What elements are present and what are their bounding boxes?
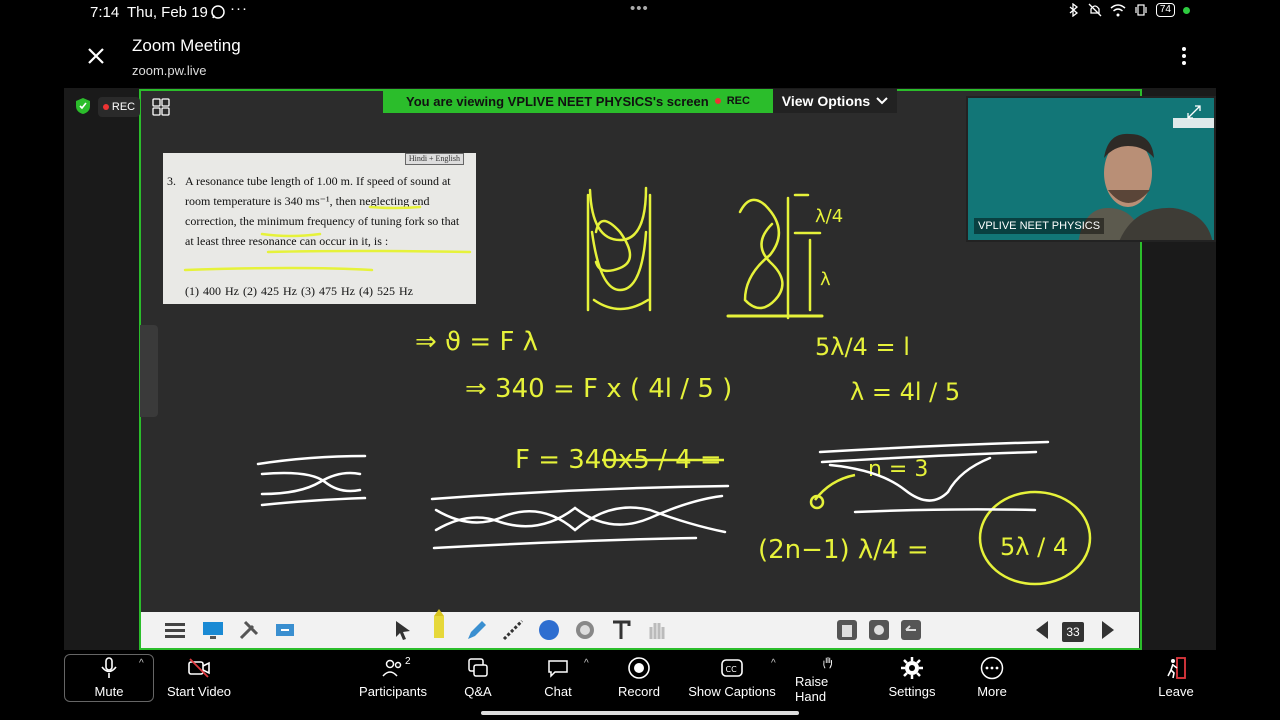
pointer-icon[interactable] xyxy=(391,618,415,642)
text-tool-icon[interactable] xyxy=(609,618,633,642)
mute-button[interactable]: Mute xyxy=(90,656,128,704)
label-lambda: λ xyxy=(820,269,831,290)
home-indicator[interactable] xyxy=(481,711,799,715)
participants-label: Participants xyxy=(359,684,427,699)
hand-tool-icon[interactable] xyxy=(645,618,669,642)
record-label: Record xyxy=(618,684,660,699)
eraser-icon[interactable] xyxy=(573,618,597,642)
video-off-icon xyxy=(188,658,210,678)
settings-label: Settings xyxy=(888,684,936,699)
qa-icon xyxy=(468,658,488,677)
more-icon xyxy=(980,656,1004,680)
more-label: More xyxy=(977,684,1007,699)
monitor-icon[interactable] xyxy=(201,618,225,642)
shape-icon[interactable] xyxy=(537,618,561,642)
eq-length: 5λ/4 = l xyxy=(815,333,910,361)
page-number: 33 xyxy=(1062,622,1084,642)
prev-page-icon[interactable] xyxy=(1031,618,1055,642)
label-lambda-quarter: λ/4 xyxy=(815,206,843,227)
mute-label: Mute xyxy=(94,684,124,699)
raise-hand-label: Raise Hand xyxy=(795,674,829,704)
chat-caret-icon[interactable]: ^ xyxy=(584,658,589,669)
participants-count: 2 xyxy=(405,656,411,667)
eq-substitute: ⇒ 340 = F x ( 4l / 5 ) xyxy=(465,374,732,404)
start-video-button[interactable]: Start Video xyxy=(166,656,232,704)
captions-caret-icon[interactable]: ^ xyxy=(771,658,776,669)
pen-icon[interactable] xyxy=(465,618,489,642)
clear-icon[interactable] xyxy=(835,618,859,642)
microphone-icon xyxy=(101,657,117,678)
record-button[interactable]: Record xyxy=(616,656,662,704)
record-icon xyxy=(628,657,650,679)
mute-caret-icon[interactable]: ^ xyxy=(139,658,144,669)
eq-result: 5λ / 4 xyxy=(1000,533,1068,561)
chat-icon xyxy=(548,660,568,678)
line-icon[interactable] xyxy=(501,618,525,642)
qa-button[interactable]: Q&A xyxy=(462,656,494,704)
eq-lambda: λ = 4l / 5 xyxy=(850,378,960,406)
start-video-label: Start Video xyxy=(166,684,232,699)
qa-label: Q&A xyxy=(464,684,492,699)
underline-frequency xyxy=(266,249,472,254)
chat-button[interactable]: Chat xyxy=(540,656,576,704)
raise-hand-button[interactable]: Raise Hand xyxy=(795,656,861,704)
svg-text:CC: CC xyxy=(726,665,738,674)
eq-wave-speed: ⇒ ϑ = F λ xyxy=(415,327,538,357)
whiteboard-toolbar xyxy=(141,609,1139,648)
chat-label: Chat xyxy=(544,684,572,699)
participants-icon xyxy=(382,659,402,677)
settings-tool-icon[interactable] xyxy=(867,618,891,642)
eq-n: n = 3 xyxy=(868,457,928,482)
next-page-icon[interactable] xyxy=(1095,618,1119,642)
highlighter-icon[interactable] xyxy=(427,608,451,642)
underline-end xyxy=(260,232,322,238)
show-captions-button[interactable]: CC Show Captions xyxy=(688,656,776,704)
leave-button[interactable]: Leave xyxy=(1156,656,1196,704)
tools-icon[interactable] xyxy=(237,618,261,642)
more-button[interactable]: More xyxy=(972,656,1012,704)
leave-label: Leave xyxy=(1158,684,1194,699)
menu-icon[interactable] xyxy=(163,618,187,642)
eq-odd-harmonic: (2n−1) λ/4 = xyxy=(758,535,929,565)
underline-speed xyxy=(368,205,422,210)
underline-resonance xyxy=(183,266,374,272)
participants-button[interactable]: Participants xyxy=(358,656,428,704)
captions-label: Show Captions xyxy=(688,684,776,699)
leave-icon xyxy=(1167,657,1186,679)
gear-icon xyxy=(901,657,923,679)
import-icon[interactable] xyxy=(273,618,297,642)
hand-icon xyxy=(823,657,833,669)
undo-icon[interactable] xyxy=(899,618,923,642)
settings-button[interactable]: Settings xyxy=(887,656,937,704)
captions-icon: CC xyxy=(721,659,743,677)
